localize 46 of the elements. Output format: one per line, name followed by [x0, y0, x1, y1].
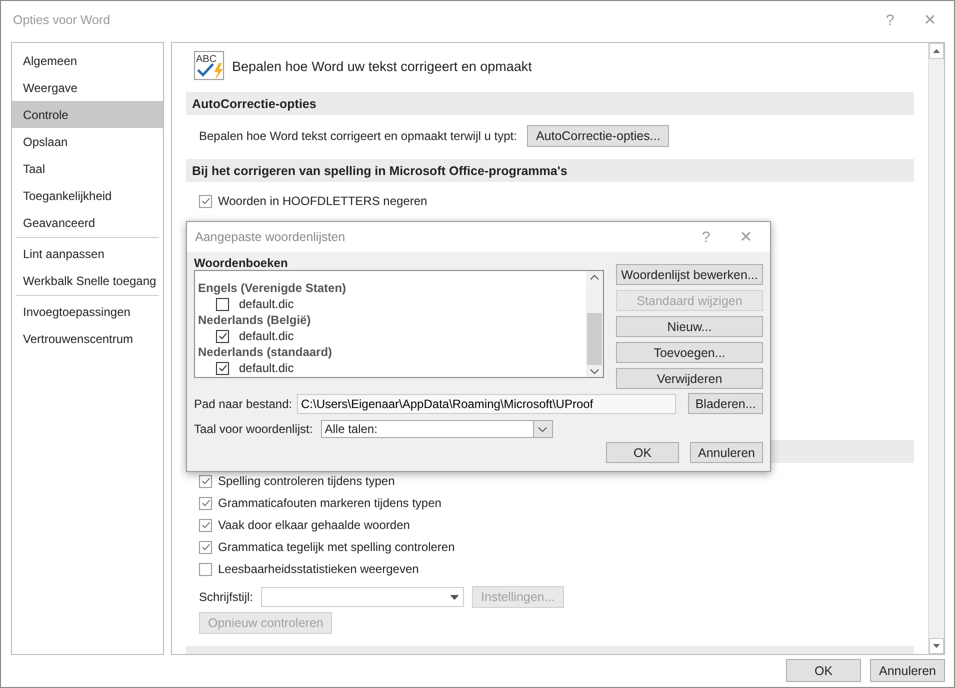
language-label: Nederlands (België)	[198, 312, 312, 328]
sidebar-item[interactable]: Lint aanpassen	[12, 240, 163, 267]
dialog-button[interactable]: Toevoegen...	[616, 342, 763, 363]
dictionary-name: default.dic	[239, 329, 294, 343]
sidebar-item[interactable]: Werkbalk Snelle toegang	[12, 267, 163, 294]
sidebar-item[interactable]: Taal	[12, 155, 163, 182]
language-dropdown[interactable]: Alle talen:	[320, 420, 553, 438]
section-header: Bij het corrigeren van spelling in Microsoft Office-programma's	[186, 159, 914, 182]
dialog-button[interactable]: OK	[786, 659, 861, 682]
dialog-button[interactable]: Annuleren	[690, 442, 763, 463]
list-title: Woordenboeken	[194, 256, 289, 270]
autocorrect-options-button[interactable]: AutoCorrectie-opties...	[526, 125, 670, 147]
option-label: Woorden in HOOFDLETTERS negeren	[218, 194, 428, 208]
window-title: Opties voor Word	[13, 13, 112, 27]
sidebar-item[interactable]: Toegankelijkheid	[12, 182, 163, 209]
dialog-button[interactable]: Annuleren	[870, 659, 945, 682]
section-header: AutoCorrectie-opties	[186, 92, 914, 115]
dialog-button[interactable]: Verwijderen	[616, 368, 763, 389]
language-label: Nederlands (standaard)	[198, 344, 334, 360]
option-label: Grammatica tegelijk met spelling controleren	[218, 540, 455, 554]
sidebar-item[interactable]: Invoegtoepassingen	[12, 298, 163, 325]
description-text: Bepalen hoe Word tekst corrigeert en opmaakt terwijl u typt:	[199, 129, 517, 143]
path-label: Pad naar bestand:	[194, 396, 289, 410]
dialog-button[interactable]: Nieuw...	[616, 316, 763, 337]
dialog-title: Aangepaste woordenlijsten	[195, 230, 346, 244]
option-label: Spelling controleren tijdens typen	[218, 474, 395, 488]
style-label: Schrijfstijl:	[199, 590, 254, 604]
option-label: Leesbaarheidsstatistieken weergeven	[218, 562, 419, 576]
sidebar-item[interactable]: Opslaan	[12, 128, 163, 155]
sidebar-item[interactable]: Controle	[12, 101, 163, 128]
spelling-check-icon: ABC	[194, 51, 226, 81]
dialog-button[interactable]: OK	[606, 442, 679, 463]
sidebar-item[interactable]: Geavanceerd	[12, 209, 163, 236]
language-field-label: Taal voor woordenlijst:	[194, 422, 313, 436]
language-label: Engels (Verenigde Staten)	[198, 280, 348, 296]
page-heading: Bepalen hoe Word uw tekst corrigeert en opmaakt	[232, 58, 532, 74]
dictionary-name: default.dic	[239, 361, 294, 375]
dictionary-name: default.dic	[239, 297, 294, 311]
browse-button[interactable]: Bladeren...	[688, 393, 763, 414]
sidebar-item[interactable]: Vertrouwenscentrum	[12, 325, 163, 352]
dialog-button[interactable]: Woordenlijst bewerken...	[616, 264, 763, 285]
option-label: Vaak door elkaar gehaalde woorden	[218, 518, 410, 532]
option-label: Grammaticafouten markeren tijdens typen	[218, 496, 442, 510]
sidebar-item[interactable]: Weergave	[12, 74, 163, 101]
sidebar-item[interactable]: Algemeen	[12, 47, 163, 74]
path-field[interactable]: C:\Users\Eigenaar\AppData\Roaming\Microsoft\UProof	[297, 394, 676, 414]
